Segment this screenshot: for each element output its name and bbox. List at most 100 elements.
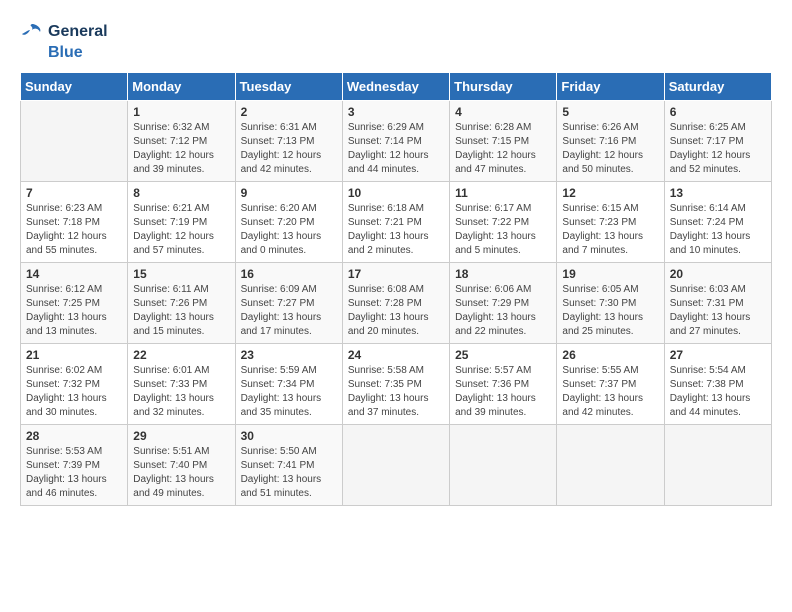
calendar-cell: 20Sunrise: 6:03 AMSunset: 7:31 PMDayligh… [664, 263, 771, 344]
day-number: 13 [670, 186, 766, 200]
day-number: 5 [562, 105, 658, 119]
day-number: 20 [670, 267, 766, 281]
day-number: 2 [241, 105, 337, 119]
calendar-cell [342, 425, 449, 506]
calendar-cell: 29 Sunrise: 5:51 AMSunset: 7:40 PMDayligh… [128, 425, 235, 506]
day-number: 30 [241, 429, 337, 443]
calendar-cell: 2 Sunrise: 6:31 AMSunset: 7:13 PMDaylight… [235, 101, 342, 182]
day-number: 11 [455, 186, 551, 200]
calendar-cell: 24 Sunrise: 5:58 AMSunset: 7:35 PMDayligh… [342, 344, 449, 425]
calendar-week-3: 14 Sunrise: 6:12 AMSunset: 7:25 PMDayligh… [21, 263, 772, 344]
calendar-cell: 30 Sunrise: 5:50 AMSunset: 7:41 PMDayligh… [235, 425, 342, 506]
day-number: 9 [241, 186, 337, 200]
day-number: 23 [241, 348, 337, 362]
day-info: Sunrise: 6:11 AMSunset: 7:26 PMDaylight:… [133, 283, 229, 339]
calendar-cell: 5 Sunrise: 6:26 AMSunset: 7:16 PMDaylight… [557, 101, 664, 182]
day-info: Sunrise: 6:32 AMSunset: 7:12 PMDaylight:… [133, 121, 229, 177]
day-number: 16 [241, 267, 337, 281]
calendar-cell [450, 425, 557, 506]
day-info: Sunrise: 6:17 AMSunset: 7:22 PMDaylight:… [455, 202, 551, 258]
calendar-cell: 27Sunrise: 5:54 AMSunset: 7:38 PMDayligh… [664, 344, 771, 425]
day-number: 24 [348, 348, 444, 362]
day-number: 14 [26, 267, 122, 281]
calendar-cell: 14 Sunrise: 6:12 AMSunset: 7:25 PMDayligh… [21, 263, 128, 344]
day-number: 12 [562, 186, 658, 200]
day-number: 3 [348, 105, 444, 119]
day-info: Sunrise: 6:28 AMSunset: 7:15 PMDaylight:… [455, 121, 551, 177]
calendar-cell: 19 Sunrise: 6:05 AMSunset: 7:30 PMDayligh… [557, 263, 664, 344]
day-number: 10 [348, 186, 444, 200]
calendar-cell: 10Sunrise: 6:18 AMSunset: 7:21 PMDayligh… [342, 182, 449, 263]
day-number: 4 [455, 105, 551, 119]
day-number: 25 [455, 348, 551, 362]
calendar-cell: 23 Sunrise: 5:59 AMSunset: 7:34 PMDayligh… [235, 344, 342, 425]
calendar-cell: 8 Sunrise: 6:21 AMSunset: 7:19 PMDaylight… [128, 182, 235, 263]
calendar-cell: 26 Sunrise: 5:55 AMSunset: 7:37 PMDayligh… [557, 344, 664, 425]
day-info: Sunrise: 6:08 AMSunset: 7:28 PMDaylight:… [348, 283, 444, 339]
calendar-cell [557, 425, 664, 506]
day-number: 29 [133, 429, 229, 443]
weekday-header-tuesday: Tuesday [235, 73, 342, 101]
calendar-cell [664, 425, 771, 506]
calendar-cell: 28 Sunrise: 5:53 AMSunset: 7:39 PMDayligh… [21, 425, 128, 506]
day-info: Sunrise: 5:50 AMSunset: 7:41 PMDaylight:… [241, 445, 337, 501]
calendar-week-4: 21 Sunrise: 6:02 AMSunset: 7:32 PMDayligh… [21, 344, 772, 425]
day-number: 22 [133, 348, 229, 362]
logo-text-general: General [48, 23, 108, 41]
day-number: 18 [455, 267, 551, 281]
day-info: Sunrise: 6:26 AMSunset: 7:16 PMDaylight:… [562, 121, 658, 177]
day-info: Sunrise: 5:55 AMSunset: 7:37 PMDaylight:… [562, 364, 658, 420]
day-info: Sunrise: 6:23 AMSunset: 7:18 PMDaylight:… [26, 202, 122, 258]
calendar-header-row: SundayMondayTuesdayWednesdayThursdayFrid… [21, 73, 772, 101]
weekday-header-friday: Friday [557, 73, 664, 101]
day-info: Sunrise: 6:21 AMSunset: 7:19 PMDaylight:… [133, 202, 229, 258]
calendar-cell: 17 Sunrise: 6:08 AMSunset: 7:28 PMDayligh… [342, 263, 449, 344]
calendar-cell: 7Sunrise: 6:23 AMSunset: 7:18 PMDaylight… [21, 182, 128, 263]
calendar-cell: 12 Sunrise: 6:15 AMSunset: 7:23 PMDayligh… [557, 182, 664, 263]
day-info: Sunrise: 5:54 AMSunset: 7:38 PMDaylight:… [670, 364, 766, 420]
day-number: 21 [26, 348, 122, 362]
calendar-cell: 1 Sunrise: 6:32 AMSunset: 7:12 PMDaylight… [128, 101, 235, 182]
logo-bird-icon [20, 20, 44, 44]
logo: General Blue [20, 20, 108, 62]
day-info: Sunrise: 6:02 AMSunset: 7:32 PMDaylight:… [26, 364, 122, 420]
logo-container: General Blue [20, 20, 108, 62]
calendar-cell: 15 Sunrise: 6:11 AMSunset: 7:26 PMDayligh… [128, 263, 235, 344]
calendar-week-2: 7Sunrise: 6:23 AMSunset: 7:18 PMDaylight… [21, 182, 772, 263]
day-number: 26 [562, 348, 658, 362]
calendar-cell [21, 101, 128, 182]
calendar-cell: 16Sunrise: 6:09 AMSunset: 7:27 PMDayligh… [235, 263, 342, 344]
day-info: Sunrise: 6:01 AMSunset: 7:33 PMDaylight:… [133, 364, 229, 420]
day-info: Sunrise: 5:57 AMSunset: 7:36 PMDaylight:… [455, 364, 551, 420]
day-info: Sunrise: 6:05 AMSunset: 7:30 PMDaylight:… [562, 283, 658, 339]
day-number: 1 [133, 105, 229, 119]
day-number: 6 [670, 105, 766, 119]
calendar-cell: 11 Sunrise: 6:17 AMSunset: 7:22 PMDayligh… [450, 182, 557, 263]
day-info: Sunrise: 6:12 AMSunset: 7:25 PMDaylight:… [26, 283, 122, 339]
day-info: Sunrise: 6:14 AMSunset: 7:24 PMDaylight:… [670, 202, 766, 258]
calendar-week-5: 28 Sunrise: 5:53 AMSunset: 7:39 PMDayligh… [21, 425, 772, 506]
day-info: Sunrise: 6:06 AMSunset: 7:29 PMDaylight:… [455, 283, 551, 339]
day-info: Sunrise: 5:59 AMSunset: 7:34 PMDaylight:… [241, 364, 337, 420]
day-number: 15 [133, 267, 229, 281]
weekday-header-wednesday: Wednesday [342, 73, 449, 101]
day-info: Sunrise: 5:58 AMSunset: 7:35 PMDaylight:… [348, 364, 444, 420]
calendar-cell: 3Sunrise: 6:29 AMSunset: 7:14 PMDaylight… [342, 101, 449, 182]
day-info: Sunrise: 5:53 AMSunset: 7:39 PMDaylight:… [26, 445, 122, 501]
day-info: Sunrise: 6:31 AMSunset: 7:13 PMDaylight:… [241, 121, 337, 177]
calendar-table: SundayMondayTuesdayWednesdayThursdayFrid… [20, 72, 772, 506]
day-number: 17 [348, 267, 444, 281]
day-info: Sunrise: 5:51 AMSunset: 7:40 PMDaylight:… [133, 445, 229, 501]
logo-text-blue: Blue [48, 44, 83, 62]
weekday-header-thursday: Thursday [450, 73, 557, 101]
calendar-cell: 9Sunrise: 6:20 AMSunset: 7:20 PMDaylight… [235, 182, 342, 263]
calendar-cell: 21 Sunrise: 6:02 AMSunset: 7:32 PMDayligh… [21, 344, 128, 425]
day-number: 19 [562, 267, 658, 281]
day-number: 8 [133, 186, 229, 200]
weekday-header-sunday: Sunday [21, 73, 128, 101]
weekday-header-monday: Monday [128, 73, 235, 101]
calendar-cell: 18 Sunrise: 6:06 AMSunset: 7:29 PMDayligh… [450, 263, 557, 344]
day-info: Sunrise: 6:15 AMSunset: 7:23 PMDaylight:… [562, 202, 658, 258]
day-number: 28 [26, 429, 122, 443]
day-info: Sunrise: 6:25 AMSunset: 7:17 PMDaylight:… [670, 121, 766, 177]
